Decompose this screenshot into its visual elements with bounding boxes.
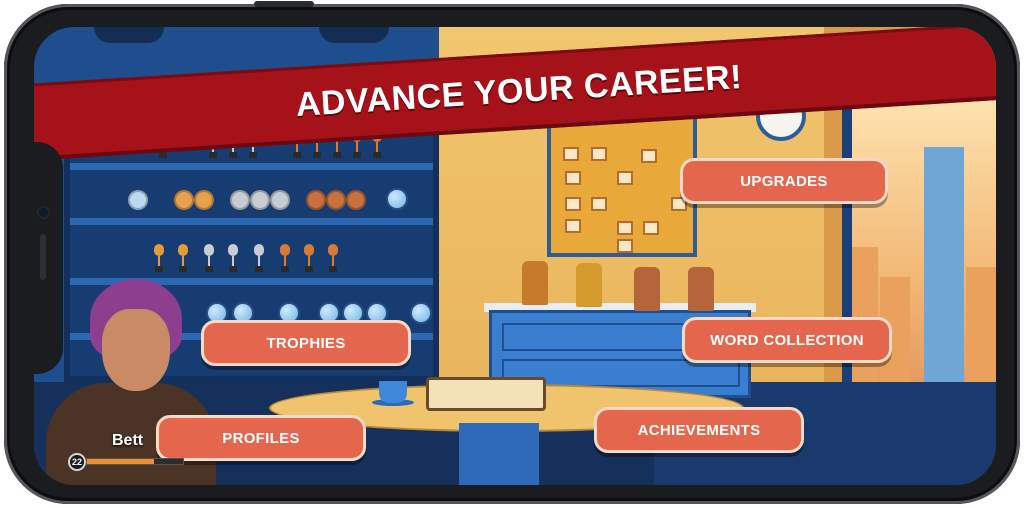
building [966, 267, 996, 387]
speaker-grille [40, 234, 46, 280]
phone-frame: ADVANCE YOUR CAREER! UPGRADES TROPHIES W… [4, 1, 1020, 504]
photo-note [565, 171, 581, 185]
volume-button [254, 1, 314, 7]
phone-notch [27, 142, 63, 374]
photo-note [617, 239, 633, 253]
figurine-trophy-icon [228, 244, 238, 274]
figurine-trophy-icon [178, 244, 188, 274]
coffee-cup-icon [379, 381, 407, 403]
photo-board [547, 105, 697, 257]
pixel-statue-icon [576, 263, 602, 307]
medal-icon [250, 190, 270, 210]
table-leg [459, 423, 539, 485]
figurine-trophy-icon [280, 244, 290, 274]
open-book-icon [426, 377, 546, 411]
photo-note [641, 149, 657, 163]
medal-icon [128, 190, 148, 210]
photo-note [643, 221, 659, 235]
xp-progress-bar [86, 458, 184, 465]
photo-note [565, 197, 581, 211]
upgrades-button[interactable]: UPGRADES [680, 158, 888, 204]
profiles-button[interactable]: PROFILES [156, 415, 366, 461]
clock-icon [410, 302, 432, 324]
medal-icon [306, 190, 326, 210]
camera-statue-icon [688, 267, 714, 311]
figurine-trophy-icon [254, 244, 264, 274]
medal-icon [230, 190, 250, 210]
photo-note [565, 219, 581, 233]
globe-icon [386, 188, 408, 210]
shelf-board [70, 163, 433, 170]
xp-progress-fill [87, 459, 155, 464]
knight-statue-icon [634, 267, 660, 311]
medal-icon [326, 190, 346, 210]
photo-note [617, 171, 633, 185]
photo-note [591, 197, 607, 211]
figurine-trophy-icon [204, 244, 214, 274]
word-collection-button[interactable]: WORD COLLECTION [682, 317, 892, 363]
medal-icon [270, 190, 290, 210]
photo-note [563, 147, 579, 161]
player-level-badge: 22 [68, 453, 86, 471]
figurine-trophy-icon [304, 244, 314, 274]
player-name: Bett [112, 432, 144, 449]
trophies-button[interactable]: TROPHIES [201, 320, 411, 366]
medal-icon [346, 190, 366, 210]
ceiling-lamp [94, 27, 164, 43]
figurine-trophy-icon [154, 244, 164, 274]
avatar-face [102, 309, 170, 391]
dragon-statue-icon [522, 261, 548, 305]
building [924, 147, 964, 387]
photo-note [591, 147, 607, 161]
medal-icon [174, 190, 194, 210]
ceiling-lamp [319, 27, 389, 43]
banner-title: ADVANCE YOUR CAREER! [294, 57, 744, 124]
medal-icon [194, 190, 214, 210]
shelf-board [70, 218, 433, 225]
photo-note [617, 221, 633, 235]
game-screen: ADVANCE YOUR CAREER! UPGRADES TROPHIES W… [34, 27, 996, 485]
figurine-trophy-icon [328, 244, 338, 274]
achievements-button[interactable]: ACHIEVEMENTS [594, 407, 804, 453]
front-camera-icon [39, 208, 48, 217]
